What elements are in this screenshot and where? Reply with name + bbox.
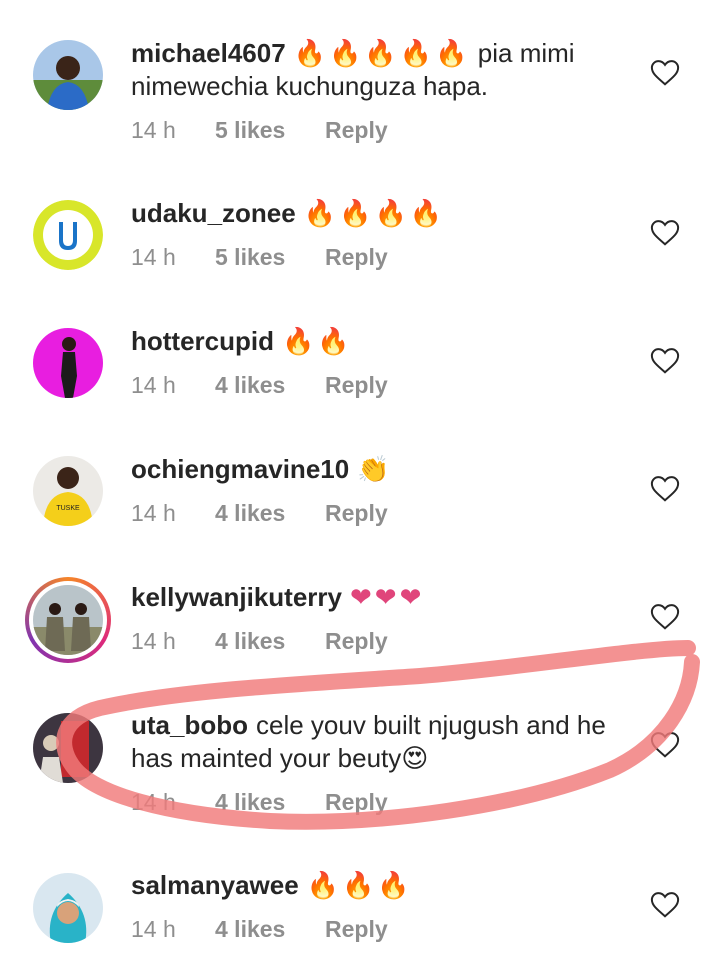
heart-outline-icon[interactable] [650, 891, 680, 919]
heart-outline-icon[interactable] [650, 59, 680, 87]
fire-emoji-icon: 🔥🔥 [282, 326, 353, 356]
avatar[interactable] [33, 713, 103, 783]
fire-emoji-icon: 🔥🔥🔥 [306, 870, 413, 900]
comment-meta: 14 h 4 likes Reply [131, 628, 388, 655]
likes-count-link[interactable]: 4 likes [215, 789, 325, 816]
reply-button[interactable]: Reply [325, 916, 388, 943]
likes-count-link[interactable]: 4 likes [215, 372, 325, 399]
heart-outline-icon[interactable] [650, 475, 680, 503]
avatar[interactable] [33, 40, 103, 110]
comment-text-block: michael4607 🔥🔥🔥🔥🔥 pia mimi nimewechia kuc… [131, 37, 636, 103]
comment-time: 14 h [131, 916, 176, 942]
comment-username[interactable]: michael4607 [131, 38, 286, 68]
comment-username[interactable]: uta_bobo [131, 710, 248, 740]
heart-outline-icon[interactable] [650, 603, 680, 631]
avatar[interactable] [33, 873, 103, 943]
comment-meta: 14 h 4 likes Reply [131, 372, 388, 399]
comment-meta: 14 h 4 likes Reply [131, 789, 388, 816]
comment-meta: 14 h 5 likes Reply [131, 117, 388, 144]
avatar[interactable]: TUSKE [33, 456, 103, 526]
comment-text-block: hottercupid 🔥🔥 [131, 325, 636, 358]
comment-text-block: udaku_zonee 🔥🔥🔥🔥 [131, 197, 636, 230]
jersey-text: TUSKE [56, 505, 80, 512]
u-logo-icon[interactable] [33, 200, 103, 270]
comment-meta: 14 h 4 likes Reply [131, 916, 388, 943]
reply-button[interactable]: Reply [325, 628, 388, 655]
avatar[interactable] [33, 328, 103, 398]
comment-username[interactable]: hottercupid [131, 326, 274, 356]
reply-button[interactable]: Reply [325, 789, 388, 816]
likes-count-link[interactable]: 5 likes [215, 117, 325, 144]
heart-outline-icon[interactable] [650, 219, 680, 247]
likes-count-link[interactable]: 5 likes [215, 244, 325, 271]
comment-time: 14 h [131, 244, 176, 270]
reply-button[interactable]: Reply [325, 244, 388, 271]
comment-meta: 14 h 4 likes Reply [131, 500, 388, 527]
comment-text-block: uta_bobo cele youv built njugush and he h… [131, 709, 636, 775]
comment-text-block: ochiengmavine10 👏 [131, 453, 636, 486]
heart-emoji-icon: ❤❤❤ [350, 582, 425, 612]
comment-time: 14 h [131, 117, 176, 143]
comment-text-block: salmanyawee 🔥🔥🔥 [131, 869, 636, 902]
heart-outline-icon[interactable] [650, 731, 680, 759]
likes-count-link[interactable]: 4 likes [215, 500, 325, 527]
fire-emoji-icon: 🔥🔥🔥🔥 [303, 198, 446, 228]
comment-username[interactable]: salmanyawee [131, 870, 299, 900]
comment-username[interactable]: udaku_zonee [131, 198, 296, 228]
comment-time: 14 h [131, 372, 176, 398]
comment-time: 14 h [131, 500, 176, 526]
reply-button[interactable]: Reply [325, 372, 388, 399]
fire-emoji-icon: 🔥🔥🔥🔥🔥 [293, 38, 471, 68]
comment-username[interactable]: ochiengmavine10 [131, 454, 349, 484]
reply-button[interactable]: Reply [325, 117, 388, 144]
likes-count-link[interactable]: 4 likes [215, 916, 325, 943]
comment-username[interactable]: kellywanjikuterry [131, 582, 342, 612]
clap-emoji-icon: 👏 [357, 454, 393, 484]
reply-button[interactable]: Reply [325, 500, 388, 527]
comment-time: 14 h [131, 789, 176, 815]
comment-meta: 14 h 5 likes Reply [131, 244, 388, 271]
likes-count-link[interactable]: 4 likes [215, 628, 325, 655]
story-ring-avatar[interactable] [25, 577, 111, 663]
heart-outline-icon[interactable] [650, 347, 680, 375]
comment-time: 14 h [131, 628, 176, 654]
comment-text-block: kellywanjikuterry ❤❤❤ [131, 581, 636, 614]
